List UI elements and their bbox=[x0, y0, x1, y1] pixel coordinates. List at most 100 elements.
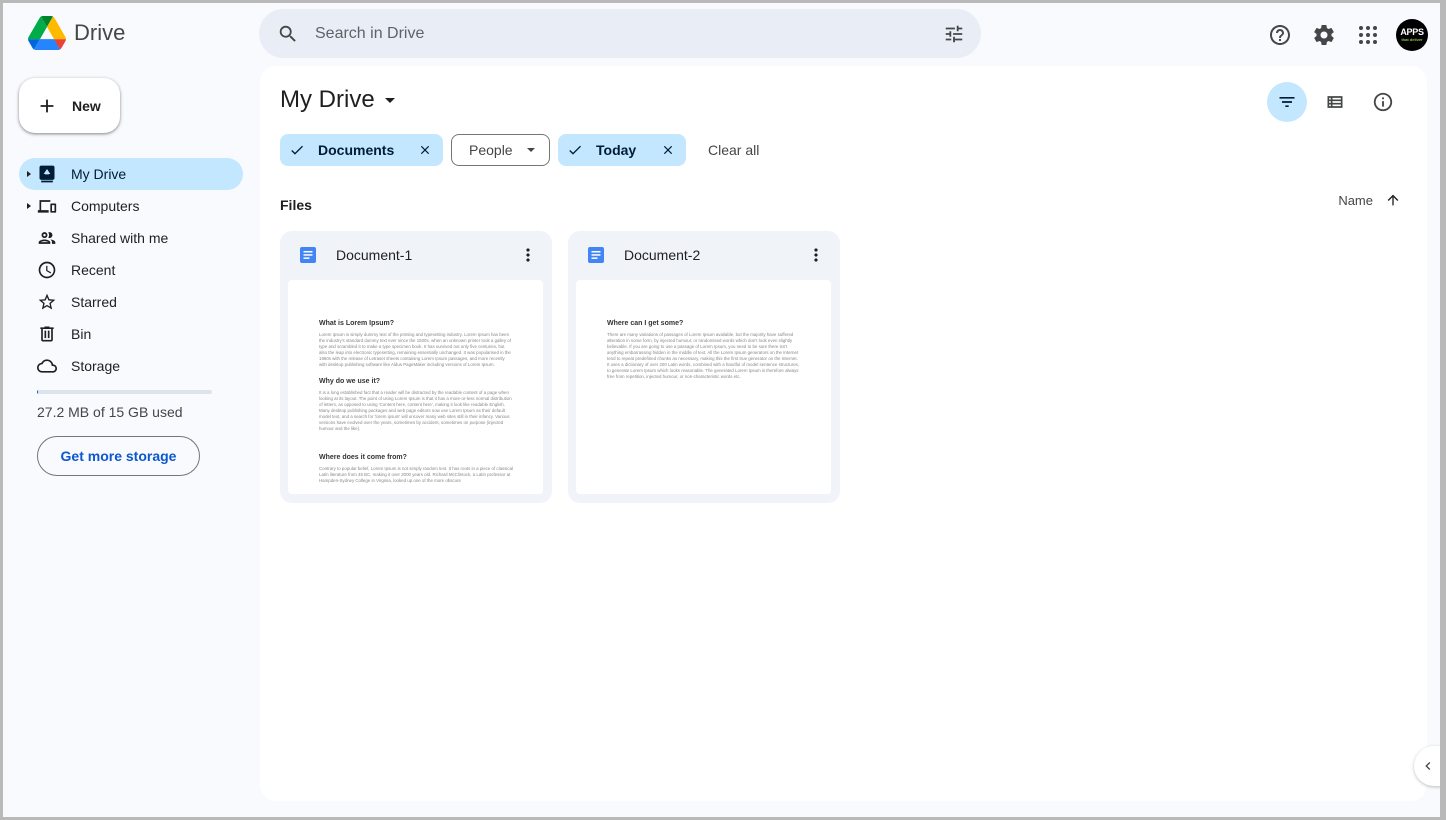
drive-logo-icon bbox=[28, 16, 66, 50]
search-options-icon[interactable] bbox=[943, 23, 965, 45]
sidebar-item-storage[interactable]: Storage bbox=[19, 350, 243, 382]
clear-all-filters-button[interactable]: Clear all bbox=[708, 142, 759, 158]
sidebar-item-shared-with-me[interactable]: Shared with me bbox=[19, 222, 243, 254]
drive-logo[interactable]: Drive bbox=[28, 16, 125, 50]
sidebar-item-computers[interactable]: Computers bbox=[19, 190, 243, 222]
file-card-header: Document-1 bbox=[280, 231, 552, 279]
app-name: Drive bbox=[74, 20, 126, 45]
file-card[interactable]: Document-2 Where can I get some? There a… bbox=[568, 231, 840, 503]
chevron-down-icon bbox=[384, 97, 395, 103]
sidebar-item-label: Starred bbox=[71, 294, 117, 310]
sidebar-item-my-drive[interactable]: My Drive bbox=[19, 158, 243, 190]
sidebar-item-label: Storage bbox=[71, 358, 121, 374]
preview-heading: Why do we use it? bbox=[319, 378, 381, 385]
sidebar-item-starred[interactable]: Starred bbox=[19, 286, 243, 318]
filter-chip-people[interactable]: People bbox=[451, 134, 550, 166]
close-icon[interactable] bbox=[661, 143, 675, 157]
more-actions-button[interactable] bbox=[806, 245, 826, 265]
storage-usage-bar bbox=[37, 390, 212, 394]
header-actions: APPS that deliver bbox=[1256, 15, 1440, 55]
preview-heading: Where does it come from? bbox=[319, 454, 407, 461]
section-label-files: Files bbox=[280, 197, 312, 213]
sidebar-item-label: Shared with me bbox=[71, 230, 169, 246]
preview-text: It is a long established fact that a rea… bbox=[319, 390, 512, 431]
file-card[interactable]: Document-1 What is Lorem Ipsum? Lorem Ip… bbox=[280, 231, 552, 503]
check-icon bbox=[569, 145, 581, 155]
chevron-left-icon bbox=[1425, 762, 1431, 770]
arrow-up-icon[interactable] bbox=[1385, 192, 1401, 208]
storage-usage-text: 27.2 MB of 15 GB used bbox=[37, 404, 183, 420]
more-vert-icon bbox=[526, 248, 530, 262]
sidebar-item-label: My Drive bbox=[71, 166, 127, 182]
avatar-text: APPS bbox=[1400, 27, 1424, 37]
search-icon[interactable] bbox=[277, 23, 299, 45]
google-docs-icon bbox=[300, 247, 316, 263]
check-icon bbox=[291, 145, 303, 155]
preview-heading: Where can I get some? bbox=[607, 320, 684, 327]
search-input[interactable] bbox=[315, 24, 943, 43]
filter-icon bbox=[1279, 97, 1295, 107]
info-icon bbox=[1373, 92, 1393, 112]
sort-by-name-button[interactable]: Name bbox=[1338, 192, 1401, 208]
get-more-storage-button[interactable]: Get more storage bbox=[37, 436, 200, 476]
file-name: Document-2 bbox=[624, 247, 701, 263]
trash-icon bbox=[37, 324, 57, 344]
star-icon bbox=[37, 292, 57, 312]
main-panel: My Drive Documents People Today Clear al… bbox=[260, 66, 1427, 801]
filter-chip-today[interactable]: Today bbox=[558, 134, 686, 166]
list-view-icon bbox=[1327, 96, 1343, 108]
my-drive-icon bbox=[37, 164, 57, 184]
preview-text: Contrary to popular belief, Lorem Ipsum … bbox=[319, 466, 514, 483]
more-vert-icon bbox=[814, 248, 818, 262]
page-title[interactable]: My Drive bbox=[280, 86, 395, 114]
help-icon bbox=[1270, 25, 1290, 45]
google-docs-icon bbox=[588, 247, 604, 263]
details-button[interactable] bbox=[1363, 82, 1403, 122]
plus-icon bbox=[40, 99, 54, 112]
new-button[interactable]: New bbox=[19, 78, 120, 133]
computers-icon bbox=[37, 196, 57, 216]
filter-chip-label: Documents bbox=[318, 142, 395, 158]
preview-text: There are many variations of passages of… bbox=[607, 332, 800, 379]
drive-window: Drive Search in Drive APPS that deliver … bbox=[3, 3, 1440, 817]
filter-toggle-button[interactable] bbox=[1267, 82, 1307, 122]
people-icon bbox=[37, 228, 57, 248]
preview-text: Lorem Ipsum is simply dummy text of the … bbox=[319, 332, 511, 367]
more-actions-button[interactable] bbox=[518, 245, 538, 265]
cloud-icon bbox=[37, 356, 57, 376]
preview-heading: What is Lorem Ipsum? bbox=[319, 320, 395, 327]
settings-icon bbox=[1314, 24, 1334, 45]
file-preview-thumbnail[interactable]: Where can I get some? There are many var… bbox=[576, 280, 831, 494]
sidebar-item-recent[interactable]: Recent bbox=[19, 254, 243, 286]
file-grid: Document-1 What is Lorem Ipsum? Lorem Ip… bbox=[280, 231, 856, 503]
help-button[interactable] bbox=[1260, 15, 1300, 55]
new-button-label: New bbox=[72, 97, 101, 114]
apps-button[interactable] bbox=[1348, 15, 1388, 55]
settings-button[interactable] bbox=[1304, 15, 1344, 55]
sidebar-item-label: Recent bbox=[71, 262, 116, 278]
clock-icon bbox=[37, 260, 57, 280]
filter-chip-documents[interactable]: Documents bbox=[280, 134, 443, 166]
avatar-subtext: that deliver bbox=[1401, 37, 1423, 42]
sidebar-item-label: Bin bbox=[71, 326, 92, 342]
view-toolbar bbox=[1259, 82, 1403, 122]
search-bar[interactable] bbox=[259, 9, 981, 58]
sort-label: Name bbox=[1338, 192, 1373, 208]
file-preview-thumbnail[interactable]: What is Lorem Ipsum? Lorem Ipsum is simp… bbox=[288, 280, 543, 494]
list-view-button[interactable] bbox=[1315, 82, 1355, 122]
page-title-text: My Drive bbox=[280, 86, 375, 113]
file-name: Document-1 bbox=[336, 247, 413, 263]
expand-caret-icon[interactable] bbox=[27, 171, 31, 177]
file-card-header: Document-2 bbox=[568, 231, 840, 279]
apps-grid-icon bbox=[1359, 26, 1377, 44]
sidebar-nav: My Drive Computers Shared with me Recent bbox=[19, 158, 243, 382]
close-icon[interactable] bbox=[418, 143, 432, 157]
filter-chip-label: People bbox=[469, 142, 513, 158]
account-avatar[interactable]: APPS that deliver bbox=[1396, 19, 1428, 51]
filter-chips: Documents People Today Clear all bbox=[280, 134, 759, 166]
sidebar-item-label: Computers bbox=[71, 198, 140, 214]
chevron-down-icon bbox=[527, 148, 535, 152]
filter-chip-label: Today bbox=[596, 142, 637, 158]
sidebar-item-bin[interactable]: Bin bbox=[19, 318, 243, 350]
expand-caret-icon[interactable] bbox=[27, 203, 31, 209]
